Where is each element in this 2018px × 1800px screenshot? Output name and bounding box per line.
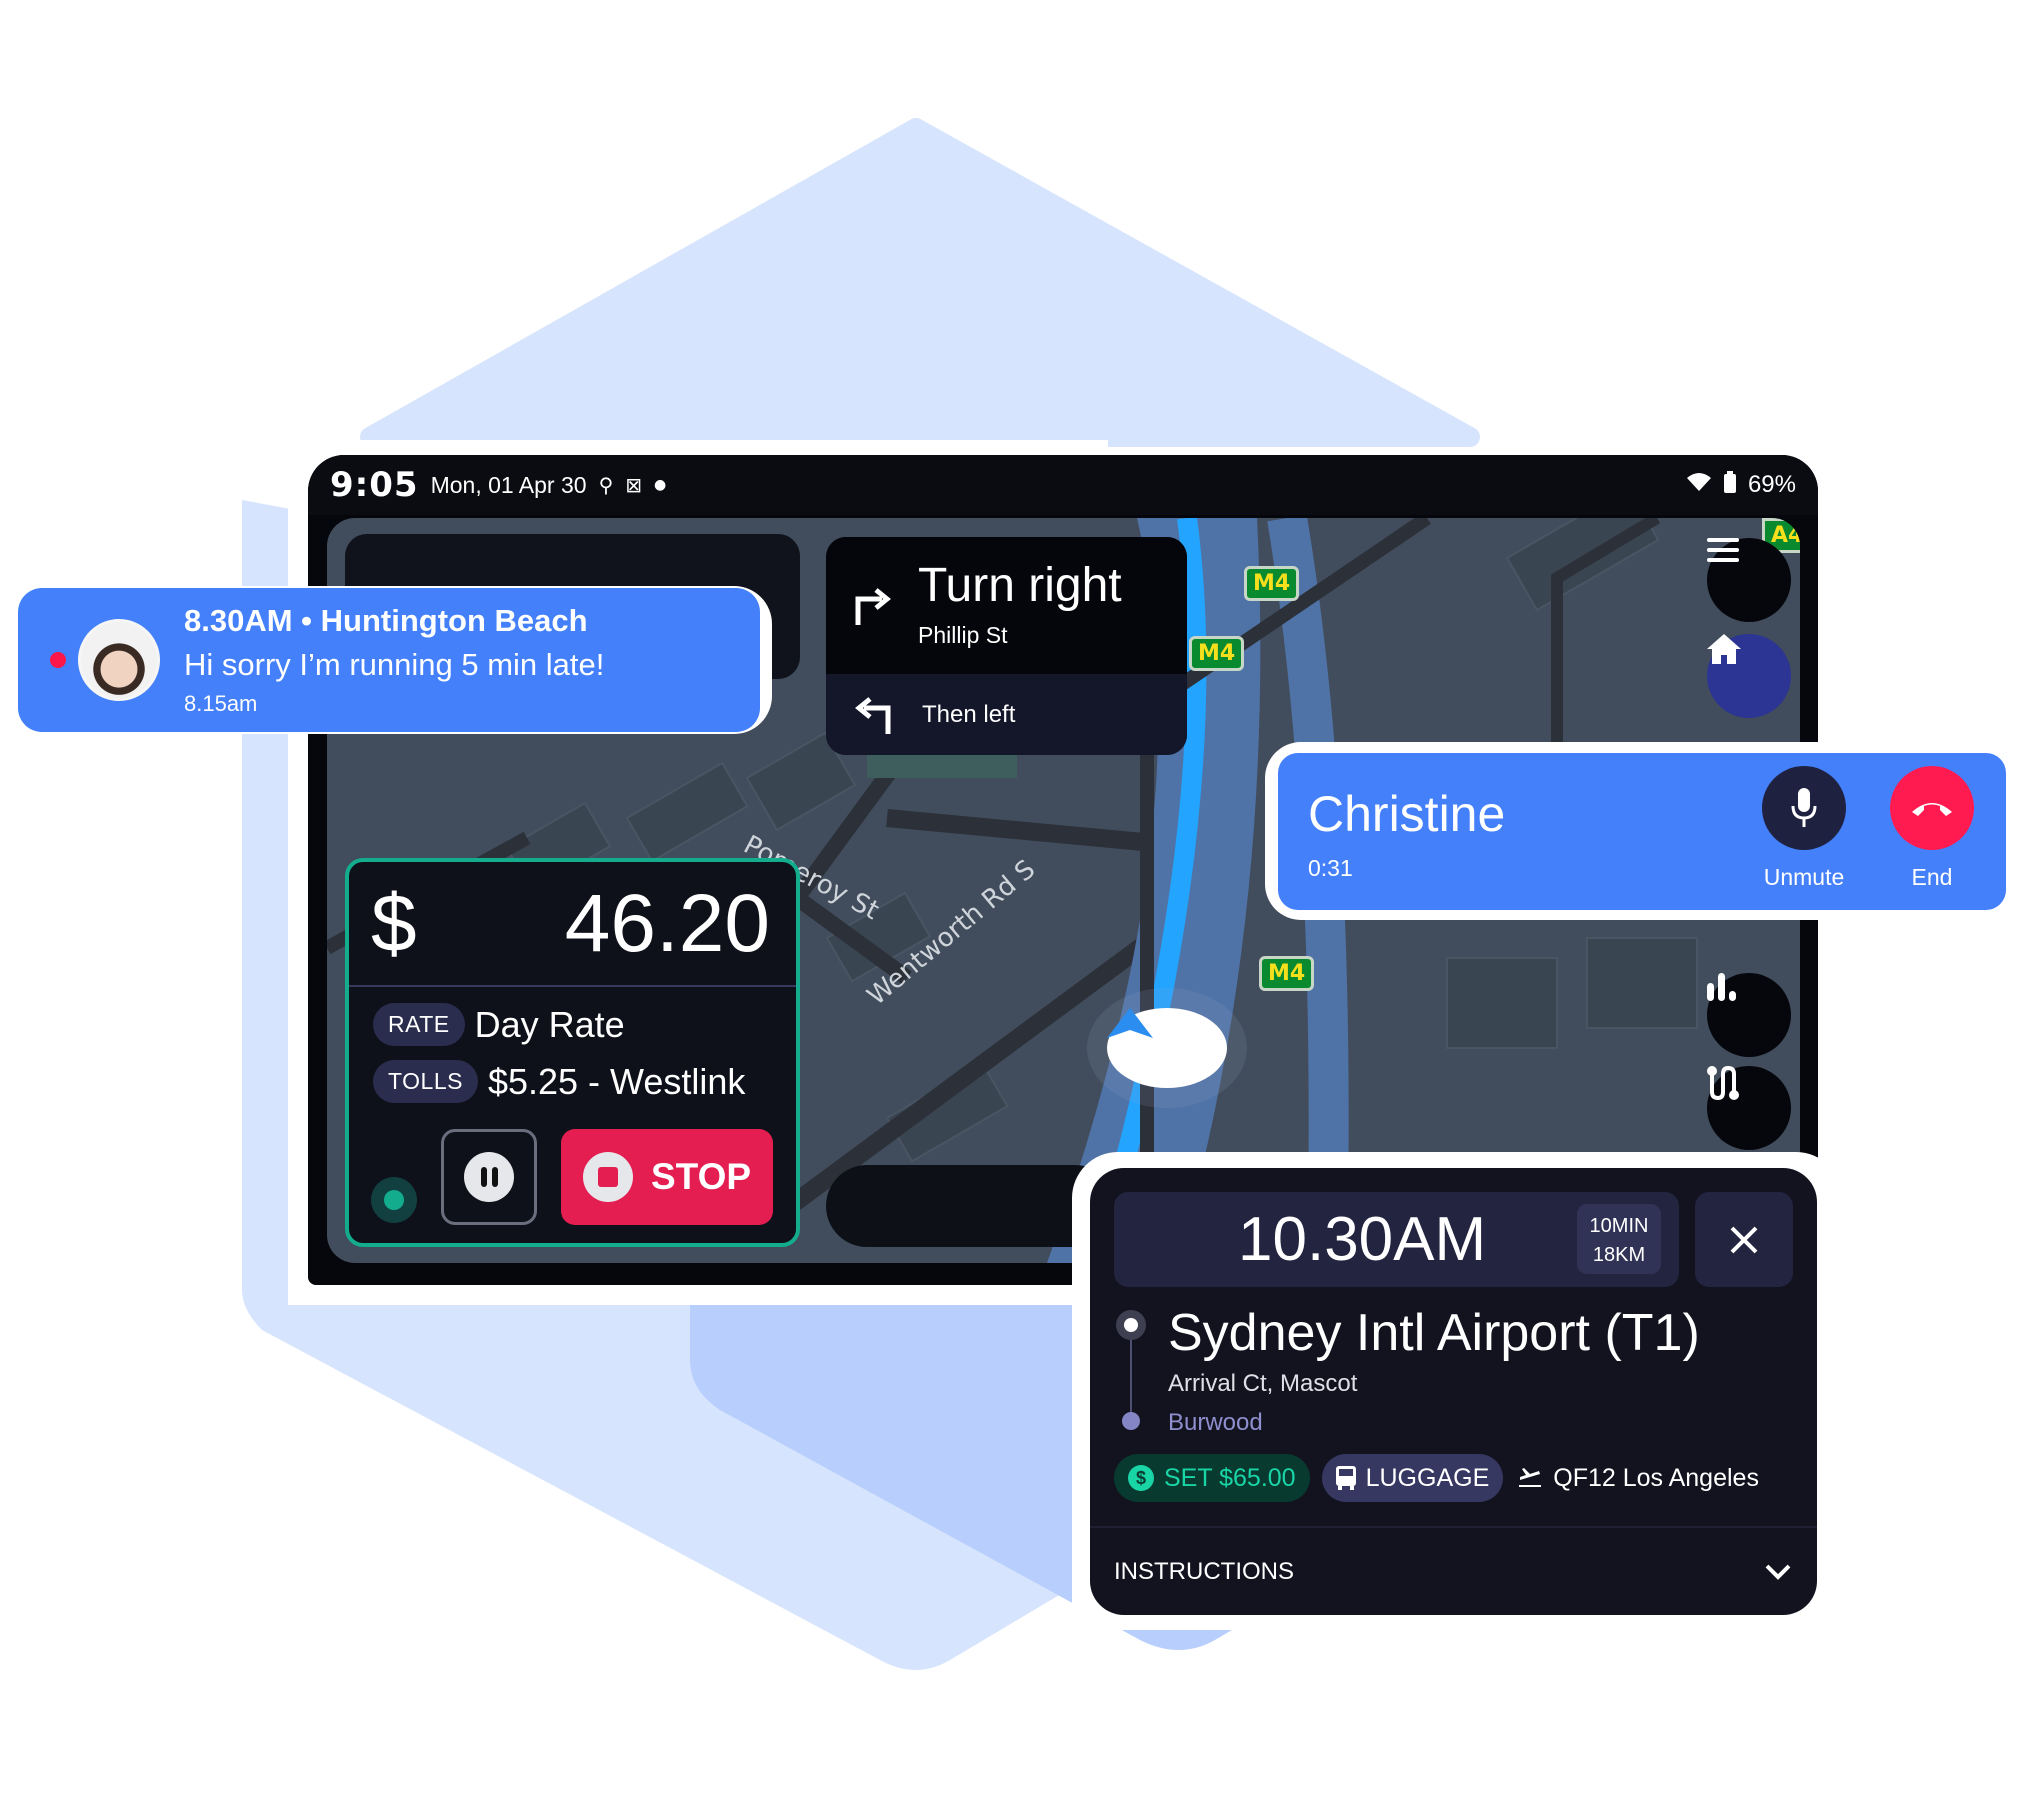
menu-button[interactable] [1707, 538, 1791, 622]
maneuver-street: Phillip St [918, 622, 1008, 648]
fare-amount: 46.20 [564, 877, 770, 969]
highway-shield: M4 [1244, 566, 1300, 601]
trip-duration: 10MIN [1589, 1215, 1649, 1237]
end-label: End [1911, 864, 1953, 890]
meter-status-indicator [371, 1177, 417, 1223]
menu-icon [1707, 538, 1739, 562]
call-card: Christine 0:31 Unmute End [1278, 753, 2006, 910]
dot-icon: ● [654, 477, 667, 493]
navigation-arrow-icon [1107, 1008, 1153, 1038]
pause-button[interactable] [441, 1129, 537, 1225]
instructions-toggle[interactable]: INSTRUCTIONS [1090, 1526, 1817, 1615]
date: Mon, 01 Apr 30 [430, 471, 587, 498]
luggage-badge: LUGGAGE [1321, 1454, 1504, 1502]
caller-name: Christine [1308, 786, 1506, 842]
wifi-icon [1686, 471, 1712, 499]
turn-left-icon [855, 696, 891, 734]
stats-button[interactable] [1707, 973, 1791, 1057]
currency-symbol: $ [371, 877, 417, 969]
stop-icon [582, 1152, 633, 1202]
message-notification[interactable]: 8.30AM • Huntington Beach Hi sorry I’m r… [18, 588, 760, 732]
destination-name: Sydney Intl Airport (T1) [1168, 1304, 1700, 1362]
route-icon [1707, 1066, 1739, 1100]
taxi-meter-card: $ 46.20 RATE Day Rate TOLLS $5.25 - West… [345, 858, 800, 1247]
flight-departure-icon [1519, 1468, 1542, 1487]
dollar-icon: $ [1128, 1465, 1154, 1491]
luggage-label: LUGGAGE [1365, 1463, 1490, 1492]
rate-chip: RATE [373, 1003, 465, 1046]
highway-shield: M4 [1259, 956, 1315, 991]
route-button[interactable] [1707, 1066, 1791, 1150]
end-call-button[interactable]: End [1890, 766, 1974, 891]
pause-icon [464, 1152, 514, 1202]
set-fare-badge: $ SET $65.00 [1114, 1454, 1310, 1502]
avatar [78, 619, 160, 701]
origin-name: Burwood [1168, 1409, 1263, 1436]
luggage-icon [1335, 1466, 1356, 1490]
close-button[interactable] [1695, 1192, 1793, 1287]
battery-icon [1723, 470, 1736, 500]
home-button[interactable] [1707, 634, 1791, 718]
notification-title: 8.30AM • Huntington Beach [184, 603, 588, 638]
chevron-down-icon [1765, 1564, 1791, 1580]
maneuver-text: Turn right [918, 559, 1122, 612]
turn-by-turn-card[interactable]: Turn right Phillip St Then left [826, 537, 1187, 755]
current-location-marker [1107, 1008, 1227, 1088]
destination-marker [1116, 1310, 1146, 1340]
set-fare-label: SET $65.00 [1164, 1463, 1296, 1492]
turn-right-icon [855, 587, 891, 625]
flight-info: QF12 Los Angeles [1519, 1464, 1759, 1493]
unmute-label: Unmute [1763, 864, 1845, 890]
tolls-chip: TOLLS [373, 1060, 478, 1103]
stats-icon [1707, 973, 1736, 1001]
rate-value: Day Rate [474, 1003, 625, 1045]
whistle-icon: ⚲ [598, 473, 614, 497]
battery-level: 69% [1747, 471, 1796, 498]
next-maneuver: Then left [922, 700, 1016, 728]
highway-shield: M4 [1189, 636, 1245, 671]
tolls-value: $5.25 - Westlink [487, 1060, 746, 1102]
close-icon [1730, 1226, 1758, 1253]
microphone-icon [1791, 788, 1817, 827]
status-bar: 9:05 Mon, 01 Apr 30 ⚲ ⊠ ● 69% [308, 455, 1818, 515]
notification-message: Hi sorry I’m running 5 min late! [184, 647, 605, 682]
hang-up-icon [1912, 803, 1952, 816]
route-connector [1130, 1338, 1132, 1418]
call-duration: 0:31 [1308, 855, 1353, 881]
eta-panel: 10.30AM 10MIN 18KM [1114, 1192, 1679, 1287]
unread-dot [50, 652, 66, 668]
trip-card: 10.30AM 10MIN 18KM Sydney Intl Airport (… [1090, 1168, 1817, 1615]
unmute-button[interactable]: Unmute [1762, 766, 1846, 891]
stop-label: STOP [650, 1156, 752, 1197]
taxi-flag-icon: ⊠ [625, 473, 642, 497]
trip-distance: 18KM [1592, 1244, 1646, 1266]
clock: 9:05 [330, 465, 419, 505]
flight-label: QF12 Los Angeles [1553, 1463, 1759, 1492]
stop-button[interactable]: STOP [561, 1129, 773, 1225]
origin-marker [1122, 1412, 1140, 1430]
instructions-label: INSTRUCTIONS [1114, 1557, 1294, 1585]
eta-time: 10.30AM [1238, 1205, 1487, 1274]
trip-duration-distance: 10MIN 18KM [1577, 1204, 1661, 1274]
home-icon [1707, 634, 1741, 664]
destination-address: Arrival Ct, Mascot [1168, 1370, 1358, 1397]
notification-time: 8.15am [184, 691, 258, 716]
